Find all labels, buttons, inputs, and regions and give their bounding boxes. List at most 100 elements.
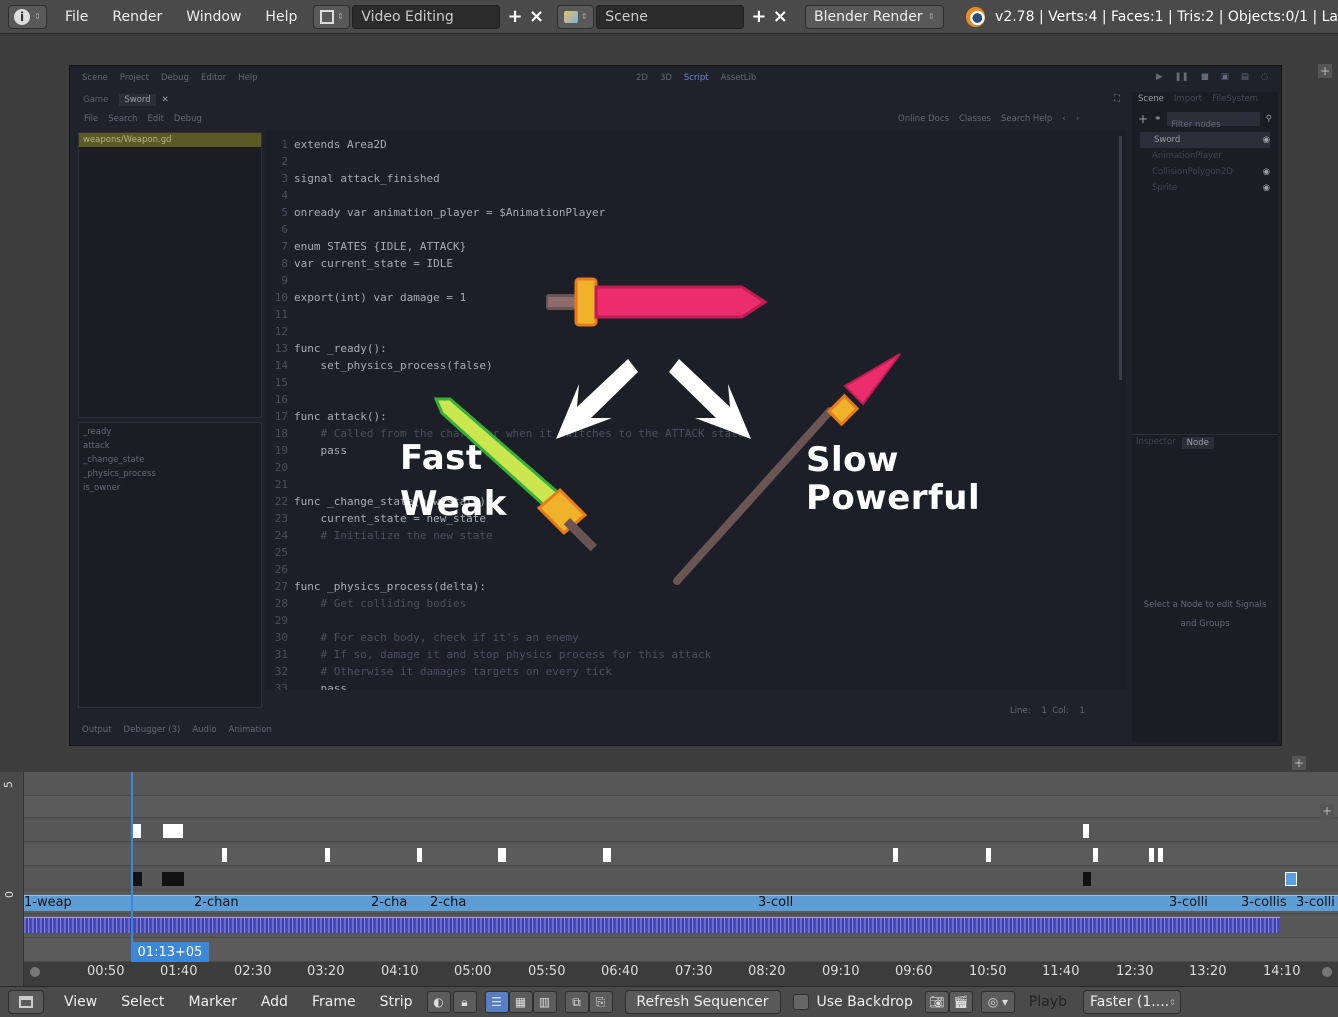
close-tab-icon[interactable]: ✕ xyxy=(162,95,169,105)
render-engine-select[interactable]: Blender Render ⇕ xyxy=(805,4,944,29)
add-node-icon[interactable]: + xyxy=(1138,112,1148,126)
filter-nodes-input[interactable]: Filter nodes xyxy=(1167,112,1260,130)
fullscreen-icon[interactable]: ⛶ xyxy=(1114,94,1120,104)
code-line[interactable]: 14 set_physics_process(false) xyxy=(266,357,493,374)
code-line[interactable]: 13 func _ready(): xyxy=(266,340,387,357)
tab-inspector[interactable]: Inspector xyxy=(1136,437,1176,449)
sequencer-preview-icon[interactable]: ▥ xyxy=(532,991,557,1013)
code-line[interactable]: 12 xyxy=(266,323,294,340)
delete-scene-button[interactable]: × xyxy=(770,6,791,28)
scroll-handle-right[interactable] xyxy=(1322,967,1332,977)
code-line[interactable]: 21 xyxy=(266,476,294,493)
add-layout-button[interactable]: + xyxy=(504,6,525,28)
method-item[interactable]: _ready xyxy=(83,427,257,441)
code-line[interactable]: 16 xyxy=(266,391,294,408)
tab-filesystem-dock[interactable]: FileSystem xyxy=(1212,94,1258,104)
paste-icon[interactable]: ⎘ xyxy=(588,991,613,1013)
godot-menu-project[interactable]: Project xyxy=(120,73,149,83)
code-line[interactable]: 4 xyxy=(266,187,294,204)
menu-render[interactable]: Render xyxy=(100,5,174,29)
code-line[interactable]: 18 # Called from the character when it s… xyxy=(266,425,745,442)
area-split-plus-icon[interactable]: + xyxy=(1320,804,1334,818)
godot-menu-help[interactable]: Help xyxy=(238,73,257,83)
scene-browse-button[interactable]: ⇕ xyxy=(557,4,595,29)
use-backdrop-checkbox[interactable] xyxy=(792,994,809,1010)
color-strip[interactable] xyxy=(162,872,184,886)
workspace-2d[interactable]: 2D xyxy=(636,73,648,83)
script-menu-search[interactable]: Search xyxy=(108,114,137,124)
image-strip[interactable] xyxy=(1083,824,1089,838)
menu-select[interactable]: Select xyxy=(109,994,176,1010)
refresh-sequencer-button[interactable]: Refresh Sequencer xyxy=(624,990,781,1014)
godot-menu-debug[interactable]: Debug xyxy=(161,73,189,83)
workspace-3d[interactable]: 3D xyxy=(660,73,672,83)
menu-help[interactable]: Help xyxy=(253,5,309,29)
view-type-icon[interactable]: ◐ xyxy=(426,991,451,1013)
tab-node[interactable]: Node xyxy=(1181,437,1214,449)
menu-marker[interactable]: Marker xyxy=(176,994,248,1010)
scroll-handle-left[interactable] xyxy=(30,967,40,977)
code-line[interactable]: 32 # Otherwise it damages targets on eve… xyxy=(266,663,612,680)
code-line[interactable]: 33 pass xyxy=(266,680,347,690)
script-menu-edit[interactable]: Edit xyxy=(147,114,163,124)
editor-type-button[interactable] xyxy=(8,990,44,1014)
code-line[interactable]: 7 enum STATES {IDLE, ATTACK} xyxy=(266,238,466,255)
menu-window[interactable]: Window xyxy=(174,5,253,29)
time-ruler[interactable]: 00:50 01:40 02:30 03:20 04:10 05:00 05:5… xyxy=(24,962,1338,986)
menu-add[interactable]: Add xyxy=(249,994,300,1010)
channel-row[interactable] xyxy=(24,820,1338,842)
overlay-icon[interactable]: ◎ ▾ xyxy=(980,991,1015,1013)
code-line[interactable]: 5 onready var animation_player = $Animati… xyxy=(266,204,605,221)
code-line[interactable]: 1 extends Area2D xyxy=(266,136,386,153)
menu-strip[interactable]: Strip xyxy=(368,994,425,1010)
color-strip[interactable] xyxy=(1083,872,1091,886)
code-line[interactable]: 6 xyxy=(266,221,294,238)
code-line[interactable]: 28 # Get colliding bodies xyxy=(266,595,466,612)
image-strip[interactable] xyxy=(163,824,183,838)
layout-name-field[interactable]: Video Editing xyxy=(352,4,501,29)
method-item[interactable]: attack xyxy=(83,441,257,455)
camera-icon[interactable]: 📷︎ xyxy=(924,991,949,1013)
menu-view[interactable]: View xyxy=(52,994,109,1010)
script-menu-file[interactable]: File xyxy=(84,114,98,124)
scene-name-field[interactable]: Scene xyxy=(596,4,745,29)
tab-animation[interactable]: Animation xyxy=(229,725,272,735)
code-line[interactable]: 20 xyxy=(266,459,294,476)
audio-strip[interactable] xyxy=(24,917,1280,933)
script-file-item[interactable]: weapons/Weapon.gd xyxy=(79,133,261,147)
tab-output[interactable]: Output xyxy=(82,725,112,735)
channel-row[interactable] xyxy=(24,772,1338,796)
editor-type-button[interactable]: i ⇕ xyxy=(8,4,47,29)
lock-icon[interactable]: 🔒︎ xyxy=(452,991,477,1013)
code-line[interactable]: 29 xyxy=(266,612,294,629)
area-split-plus-icon[interactable]: + xyxy=(1318,64,1332,78)
godot-menu-editor[interactable]: Editor xyxy=(201,73,226,83)
script-menu-debug[interactable]: Debug xyxy=(174,114,202,124)
link-icon[interactable]: ⚭ xyxy=(1154,114,1161,124)
image-strip[interactable] xyxy=(222,848,227,862)
image-strip[interactable] xyxy=(417,848,422,862)
image-strip[interactable] xyxy=(1158,848,1163,862)
image-strip[interactable] xyxy=(498,848,506,862)
channel-row[interactable] xyxy=(24,868,1338,890)
code-line[interactable]: 11 xyxy=(266,306,294,323)
method-item[interactable]: is_owner xyxy=(83,483,257,497)
godot-menu-scene[interactable]: Scene xyxy=(82,73,108,83)
visibility-icon[interactable]: ◉ xyxy=(1263,183,1270,193)
preview-view-icon[interactable]: ▦ xyxy=(508,991,533,1013)
tab-game[interactable]: Game xyxy=(78,94,113,106)
search-help-link[interactable]: Search Help xyxy=(1001,114,1052,124)
image-strip[interactable] xyxy=(325,848,330,862)
pause-icon[interactable]: ❚❚ xyxy=(1175,72,1189,82)
tab-audio[interactable]: Audio xyxy=(192,725,216,735)
method-item[interactable]: _physics_process xyxy=(83,469,257,483)
menu-frame[interactable]: Frame xyxy=(300,994,368,1010)
clapper-icon[interactable]: 🎬︎ xyxy=(948,991,973,1013)
code-line[interactable]: 8 var current_state = IDLE xyxy=(266,255,453,272)
code-line[interactable]: 26 xyxy=(266,561,294,578)
current-frame-badge[interactable]: 01:13+05 xyxy=(131,942,209,962)
stop-icon[interactable]: ■ xyxy=(1201,72,1209,82)
menu-file[interactable]: File xyxy=(53,5,100,29)
screen-layout-button[interactable]: ⇕ xyxy=(313,4,351,29)
code-line[interactable]: 24 # Initialize the new state xyxy=(266,527,493,544)
